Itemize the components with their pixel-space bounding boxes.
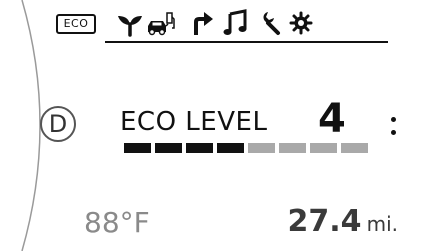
outside-temperature: 88°F — [84, 206, 150, 239]
eco-level-segment — [310, 143, 337, 153]
eco-level-segment — [341, 143, 368, 153]
eco-level-segment — [155, 143, 182, 153]
eco-level-value: 4 — [318, 96, 346, 142]
trip-range: 27.4 mi. — [287, 204, 398, 240]
settings-gear-icon[interactable] — [286, 8, 316, 38]
eco-level-label: ECO LEVEL — [120, 107, 268, 137]
eco-level-segment — [217, 143, 244, 153]
eco-level-segment — [186, 143, 213, 153]
eco-level-segment — [248, 143, 275, 153]
navigation-arrow-icon[interactable] — [188, 8, 218, 38]
menu-underline — [105, 41, 388, 43]
eco-plant-icon[interactable] — [115, 8, 145, 38]
music-icon[interactable] — [221, 8, 251, 38]
eco-level-segment — [279, 143, 306, 153]
eco-level-bar — [124, 143, 368, 153]
eco-level-display: ECO LEVEL 4 — [120, 96, 360, 142]
instrument-cluster-display: ECO D ECO LEVEL 4 88°F 27.4 mi. — [0, 0, 424, 251]
fuel-vehicle-icon[interactable] — [146, 8, 176, 38]
eco-level-segment — [124, 143, 151, 153]
wrench-icon[interactable] — [254, 8, 284, 38]
range-unit: mi. — [366, 212, 398, 236]
more-indicator — [391, 114, 397, 138]
eco-mode-badge: ECO — [56, 14, 96, 34]
gear-indicator: D — [40, 106, 76, 142]
range-value: 27.4 — [287, 204, 362, 239]
